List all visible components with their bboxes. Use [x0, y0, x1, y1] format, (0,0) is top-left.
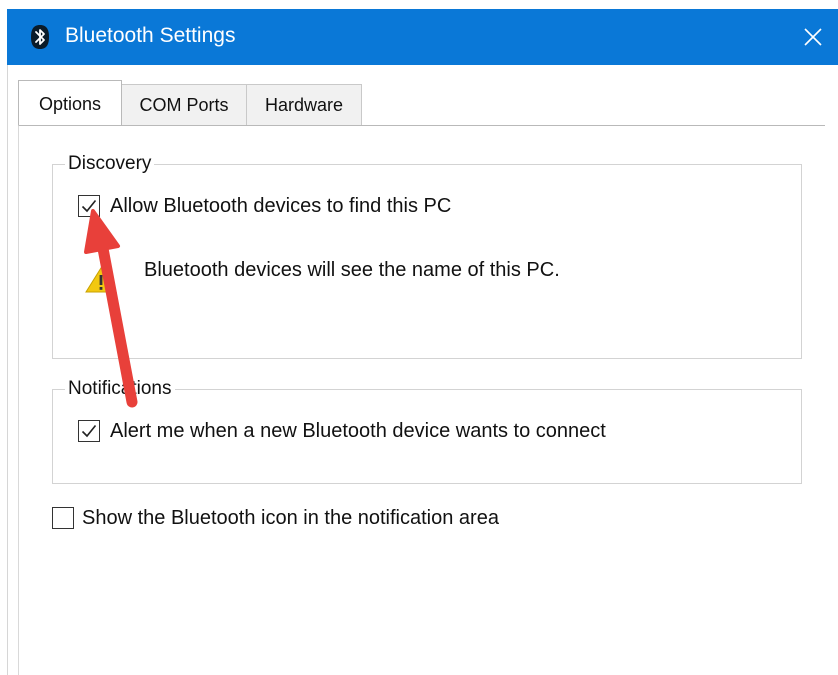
tab-com-ports[interactable]: COM Ports [121, 84, 247, 125]
options-tab-panel [18, 125, 825, 675]
title-bar[interactable]: Bluetooth Settings [7, 9, 838, 65]
tab-hardware[interactable]: Hardware [246, 84, 362, 125]
bluetooth-icon [29, 23, 51, 51]
bluetooth-settings-dialog: Bluetooth Settings Options COM Ports Har… [0, 0, 838, 675]
close-button[interactable] [788, 9, 838, 65]
window-title: Bluetooth Settings [65, 24, 236, 47]
close-icon [804, 28, 822, 46]
tab-options[interactable]: Options [18, 80, 122, 125]
